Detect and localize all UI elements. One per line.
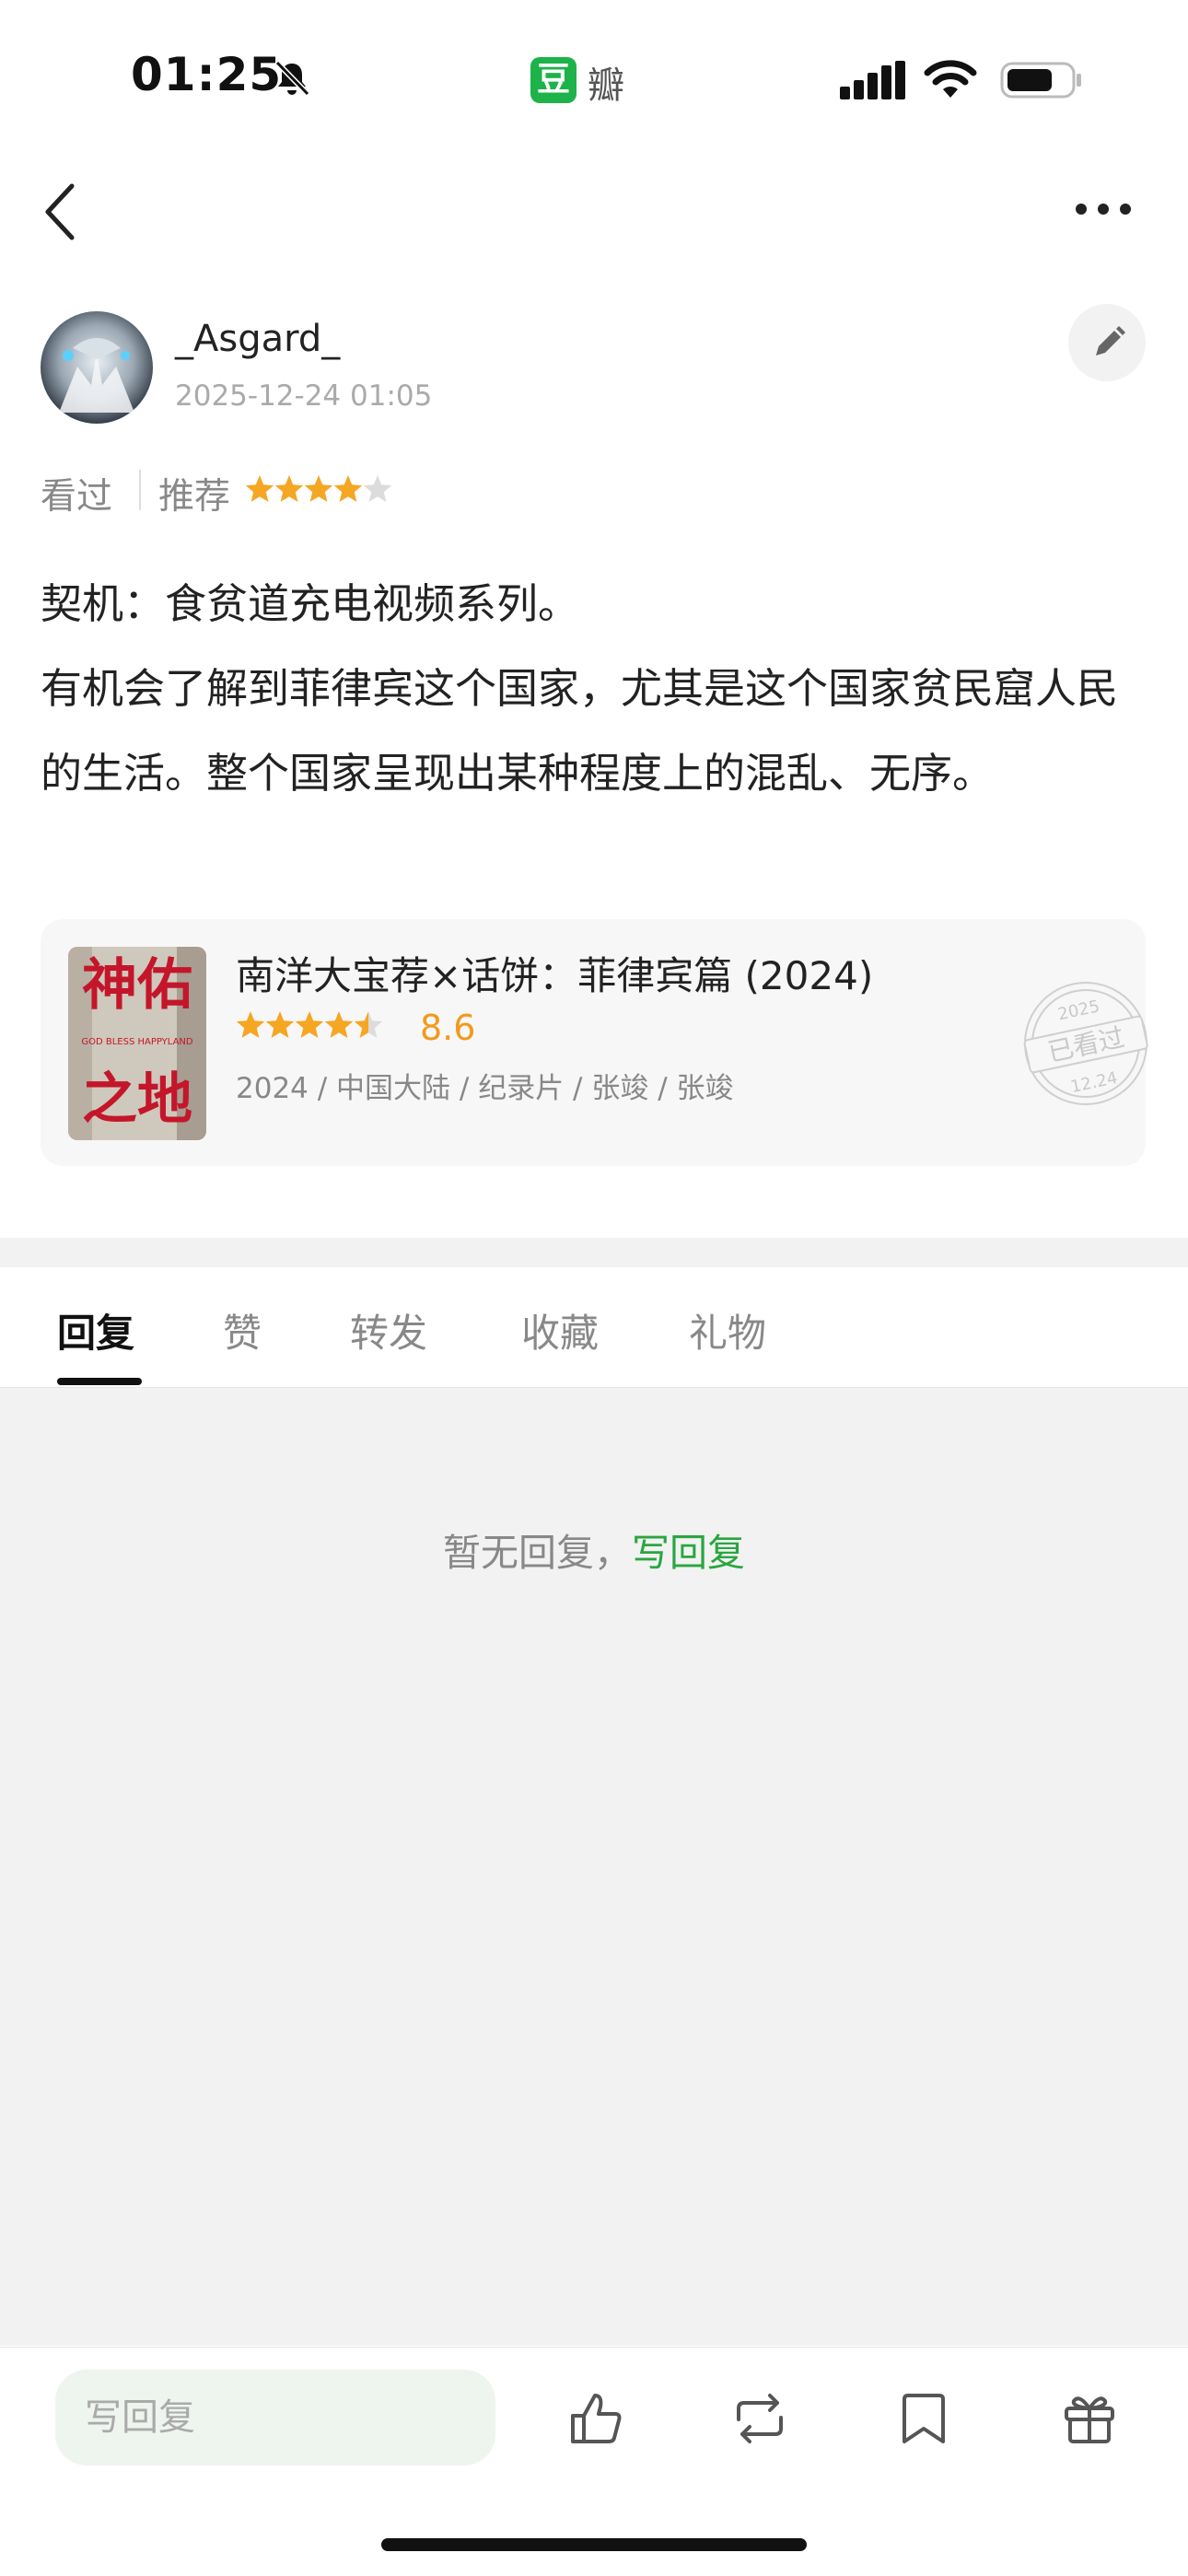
write-reply-link[interactable]: 写回复 <box>632 1531 745 1575</box>
poster-title-1: 神佑 <box>82 953 192 1018</box>
stamp-year: 2025 <box>1056 997 1101 1024</box>
user-rating-star-icon <box>274 475 304 502</box>
tab-likes[interactable]: 赞 <box>223 1302 262 1358</box>
movie-rating-star-icon <box>236 1011 265 1038</box>
watched-status: 看过 <box>41 476 113 518</box>
movie-poster[interactable]: 神佑 GOD BLESS HAPPYLAND 之地 <box>68 947 206 1140</box>
movie-title[interactable]: 南洋大宝荐×话饼：菲律宾篇 (2024) <box>236 945 873 1001</box>
post-date: 2025-12-24 01:05 <box>175 379 433 413</box>
status-divider <box>139 470 141 510</box>
reply-input[interactable]: 写回复 <box>55 2370 495 2465</box>
user-rating-star-icon <box>363 475 392 502</box>
movie-rating-star-icon <box>295 1011 324 1038</box>
wifi-icon <box>923 57 978 99</box>
back-icon[interactable] <box>41 181 81 243</box>
tab-gifts[interactable]: 礼物 <box>689 1302 766 1358</box>
bell-muted-icon <box>273 59 311 98</box>
gift-icon[interactable] <box>1059 2388 1120 2449</box>
user-rating-stars <box>245 472 402 508</box>
repost-icon[interactable] <box>729 2388 790 2449</box>
review-paragraph: 契机：食贫道充电视频系列。 <box>41 579 580 628</box>
empty-state-text: 暂无回复， <box>443 1531 632 1575</box>
stamp-date: 12.24 <box>1069 1068 1120 1097</box>
empty-state: 暂无回复，写回复 <box>0 1521 1188 1577</box>
app-badge: 豆 <box>530 57 577 103</box>
user-rating-star-icon <box>304 475 333 502</box>
tab-replies[interactable]: 回复 <box>57 1302 134 1358</box>
tab-bar: 回复 赞 转发 收藏 礼物 <box>0 1267 1188 1387</box>
home-indicator <box>381 2538 807 2551</box>
app-name: 瓣 <box>588 64 624 107</box>
avatar[interactable] <box>41 311 153 424</box>
movie-rating: 8.6 <box>236 1008 475 1048</box>
battery-icon <box>1000 61 1083 99</box>
active-tab-indicator <box>57 1378 142 1385</box>
poster-title-2: 之地 <box>82 1067 192 1132</box>
like-icon[interactable] <box>565 2388 626 2449</box>
movie-card[interactable]: 神佑 GOD BLESS HAPPYLAND 之地 南洋大宝荐×话饼：菲律宾篇 … <box>41 919 1148 1166</box>
review-body: 契机：食贫道充电视频系列。 有机会了解到菲律宾这个国家，尤其是这个国家贫民窟人民… <box>41 562 1155 816</box>
movie-rating-star-icon <box>324 1011 354 1038</box>
review-paragraph: 有机会了解到菲律宾这个国家，尤其是这个国家贫民窟人民的生活。整个国家呈现出某种程… <box>41 664 1119 798</box>
section-gap <box>0 1238 1188 1267</box>
cellular-signal-icon <box>840 61 906 101</box>
user-rating-star-icon <box>333 475 363 502</box>
tab-collections[interactable]: 收藏 <box>521 1302 599 1358</box>
edit-button[interactable] <box>1068 304 1146 381</box>
recommend-label: 推荐 <box>158 476 231 518</box>
movie-rating-score: 8.6 <box>420 1008 476 1048</box>
pencil-icon <box>1096 326 1125 356</box>
bookmark-icon[interactable] <box>893 2388 954 2449</box>
tab-reposts[interactable]: 转发 <box>350 1302 427 1358</box>
status-time: 01:25 <box>131 48 283 101</box>
user-rating-star-icon <box>245 475 274 502</box>
poster-subtitle: GOD BLESS HAPPYLAND <box>81 1037 193 1047</box>
watched-stamp: 2025 已看过 12.24 <box>1017 974 1155 1113</box>
more-options-icon[interactable] <box>1074 197 1133 221</box>
movie-rating-star-icon <box>265 1011 295 1038</box>
author-name[interactable]: _Asgard_ <box>175 318 340 360</box>
movie-meta: 2024 / 中国大陆 / 纪录片 / 张竣 / 张竣 <box>236 1072 734 1105</box>
movie-rating-star-icon <box>354 1011 383 1038</box>
